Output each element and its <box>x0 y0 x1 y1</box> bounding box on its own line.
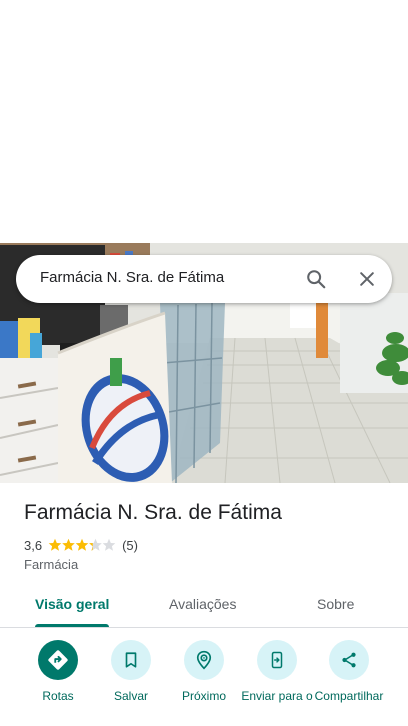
send-to-phone-icon[interactable] <box>257 640 297 680</box>
action-buttons: Rotas Salvar Próximo Enviar para o Compa… <box>0 640 408 726</box>
tab-indicator <box>35 624 109 627</box>
directions-button[interactable]: Rotas <box>22 640 94 704</box>
share-label: Compartilhar <box>314 689 384 703</box>
tab-overview[interactable]: Visão geral <box>35 596 109 612</box>
bookmark-icon[interactable] <box>111 640 151 680</box>
send-to-phone-button[interactable]: Enviar para o <box>241 640 313 704</box>
search-icon[interactable] <box>302 265 330 293</box>
star-icon <box>48 538 62 551</box>
save-button[interactable]: Salvar <box>95 640 167 704</box>
star-empty-icon <box>102 538 116 551</box>
directions-label: Rotas <box>42 689 74 703</box>
send-to-phone-label: Enviar para o <box>241 689 313 703</box>
star-rating <box>48 538 116 552</box>
search-input[interactable]: Farmácia N. Sra. de Fátima <box>40 269 224 286</box>
nearby-icon[interactable] <box>184 640 224 680</box>
place-category[interactable]: Farmácia <box>24 557 78 572</box>
share-button[interactable]: Compartilhar <box>313 640 385 704</box>
share-icon[interactable] <box>329 640 369 680</box>
save-label: Salvar <box>113 689 148 703</box>
rating-value: 3,6 <box>24 537 43 553</box>
reviews-count[interactable]: (5) <box>122 538 138 553</box>
tab-reviews[interactable]: Avaliações <box>169 596 236 612</box>
nearby-label: Próximo <box>181 689 226 703</box>
close-icon[interactable] <box>353 265 381 293</box>
tab-bar: Visão geral Avaliações Sobre <box>0 584 408 628</box>
nearby-button[interactable]: Próximo <box>168 640 240 704</box>
place-title: Farmácia N. Sra. de Fátima <box>24 501 282 524</box>
star-icon <box>62 538 75 551</box>
search-bar[interactable]: Farmácia N. Sra. de Fátima <box>16 255 392 303</box>
rating-row[interactable]: 3,6 (5) <box>24 536 138 554</box>
tab-about[interactable]: Sobre <box>317 596 354 612</box>
directions-icon[interactable] <box>38 640 78 680</box>
star-icon <box>75 538 89 551</box>
map-area <box>0 0 408 243</box>
